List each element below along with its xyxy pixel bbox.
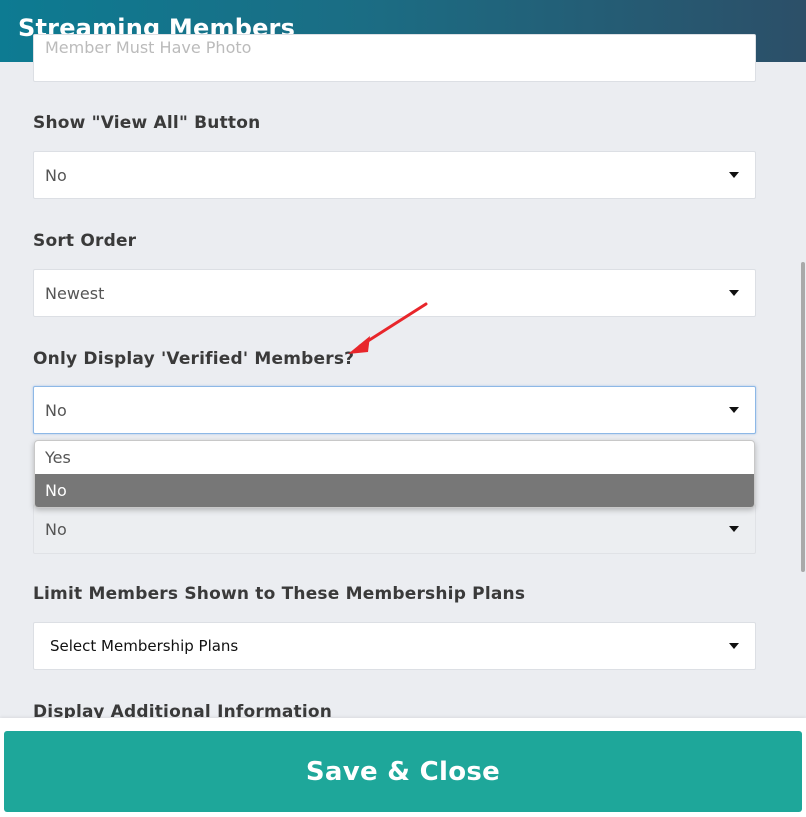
show-view-all-value: No <box>45 165 67 185</box>
verified-only-dropdown-menu: Yes No <box>34 440 755 508</box>
membership-plans-label: Limit Members Shown to These Membership … <box>33 584 526 604</box>
caret-down-icon <box>729 643 739 649</box>
verified-only-select[interactable]: No <box>33 386 756 434</box>
photo-filter-value: Member Must Have Photo <box>45 37 252 57</box>
sort-order-value: Newest <box>45 283 105 303</box>
photo-filter-select[interactable]: Member Must Have Photo <box>33 34 756 82</box>
dropdown-option-yes[interactable]: Yes <box>35 441 754 474</box>
caret-down-icon <box>729 290 739 296</box>
verified-only-value: No <box>45 400 67 420</box>
verified-only-label: Only Display 'Verified' Members? <box>33 349 355 369</box>
sort-order-label: Sort Order <box>33 231 137 251</box>
caret-down-icon <box>729 172 739 178</box>
save-and-close-button[interactable]: Save & Close <box>4 731 802 812</box>
hidden-field-value: No <box>45 519 67 539</box>
show-view-all-label: Show "View All" Button <box>33 113 261 133</box>
hidden-field-select[interactable]: No <box>33 504 756 554</box>
dropdown-option-no[interactable]: No <box>35 474 754 507</box>
caret-down-icon <box>729 526 739 532</box>
show-view-all-select[interactable]: No <box>33 151 756 199</box>
scrollbar-thumb[interactable] <box>801 262 805 572</box>
membership-plans-value: Select Membership Plans <box>50 637 239 655</box>
caret-down-icon <box>729 407 739 413</box>
membership-plans-select[interactable]: Select Membership Plans <box>33 622 756 670</box>
red-arrow-annotation-icon <box>348 302 428 354</box>
